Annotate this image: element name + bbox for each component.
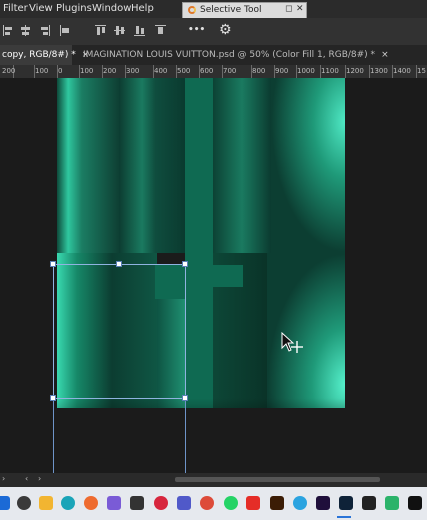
windows-start-icon[interactable]	[0, 496, 10, 510]
ruler-tick-label: 900	[275, 67, 289, 75]
ruler-tick-label: 1000	[297, 67, 315, 75]
store-icon[interactable]	[130, 496, 144, 510]
ruler-tick-label: 700	[223, 67, 237, 75]
ruler-tick-label: 800	[252, 67, 266, 75]
document-tabs: copy, RGB/8#) * × IMAGINATION LOUIS VUITT…	[0, 45, 427, 65]
menu-window[interactable]: Window	[92, 3, 131, 14]
horizontal-scrollbar[interactable]	[175, 477, 380, 482]
stripe	[213, 78, 271, 253]
tab-label: copy, RGB/8#) *	[2, 50, 76, 60]
gear-icon[interactable]: ⚙	[219, 22, 232, 38]
restore-button[interactable]: ◻	[285, 4, 292, 14]
move-cursor-icon	[281, 331, 303, 353]
search-icon[interactable]	[17, 496, 31, 510]
ruler-tick-label: 400	[154, 67, 168, 75]
more-options-button[interactable]: •••	[188, 25, 205, 35]
edge-icon[interactable]	[61, 496, 75, 510]
illustrator-icon[interactable]	[270, 496, 284, 510]
stripe-vertical-bar	[185, 78, 213, 408]
align-right-edges-icon[interactable]	[39, 25, 50, 36]
ruler-tick-label: 500	[177, 67, 191, 75]
status-bar: › ‹ ›	[0, 473, 427, 487]
transform-handle[interactable]	[116, 261, 122, 267]
align-left-edges-icon[interactable]	[3, 25, 14, 36]
menu-view[interactable]: View	[29, 3, 53, 14]
align-horizontal-centers-icon[interactable]	[20, 25, 31, 36]
after-effects-icon[interactable]	[316, 496, 330, 510]
ruler-tick-label: 1200	[346, 67, 364, 75]
ruler-tick-label: 0	[58, 67, 63, 75]
ruler-tick-label: 600	[200, 67, 214, 75]
pinterest-icon[interactable]	[154, 496, 168, 510]
scroll-right-arrow-icon[interactable]: ›	[38, 474, 41, 483]
ruler-tick-label: 100	[35, 67, 49, 75]
stripe	[119, 78, 185, 253]
align-top-edges-icon[interactable]	[95, 25, 106, 36]
ruler-tick-label: 1300	[370, 67, 388, 75]
status-text: ›	[2, 474, 6, 483]
chrome-icon[interactable]	[200, 496, 214, 510]
guide-line-right	[185, 398, 186, 473]
menu-help[interactable]: Help	[131, 3, 154, 14]
selective-tool-logo-icon	[188, 6, 196, 14]
transform-bounding-box[interactable]	[53, 264, 186, 399]
stripe	[57, 78, 119, 253]
stripe	[267, 253, 345, 408]
transform-handle[interactable]	[50, 261, 56, 267]
close-button[interactable]: ✕	[296, 4, 304, 14]
menu-filter[interactable]: Filter	[3, 3, 28, 14]
distribute-icon[interactable]	[60, 25, 71, 36]
firefox-icon[interactable]	[84, 496, 98, 510]
ruler-tick-label: 300	[126, 67, 140, 75]
file-explorer-icon[interactable]	[39, 496, 53, 510]
align-bottom-edges-icon[interactable]	[134, 25, 145, 36]
horizontal-ruler: 200 100 0 100 200 300 400 500 600 700 80…	[0, 65, 427, 79]
guide-line-left	[53, 398, 54, 473]
clipboard-icon[interactable]	[385, 496, 399, 510]
tab-imagination-louis-vuitton[interactable]: IMAGINATION LOUIS VUITTON.psd @ 50% (Col…	[76, 45, 427, 65]
photoshop-icon[interactable]	[339, 496, 353, 510]
selective-tool-title: Selective Tool	[200, 5, 262, 15]
windows-taskbar	[0, 487, 427, 520]
transform-handle[interactable]	[182, 261, 188, 267]
selective-tool-window[interactable]: Selective Tool ◻ ✕	[182, 2, 307, 19]
menu-plugins[interactable]: Plugins	[56, 3, 92, 14]
figma-icon[interactable]	[362, 496, 376, 510]
ruler-tick-label: 100	[80, 67, 94, 75]
youtube-icon[interactable]	[246, 496, 260, 510]
ruler-tick-label: 1400	[393, 67, 411, 75]
canvas-area[interactable]	[0, 78, 427, 473]
capcut-icon[interactable]	[408, 496, 422, 510]
transform-handle[interactable]	[182, 395, 188, 401]
copilot-icon[interactable]	[107, 496, 121, 510]
tab-label: IMAGINATION LOUIS VUITTON.psd @ 50% (Col…	[83, 50, 376, 60]
distribute-vertical-icon[interactable]	[155, 25, 166, 36]
shade	[57, 398, 345, 408]
ruler-tick-label: 200	[103, 67, 117, 75]
whatsapp-icon[interactable]	[224, 496, 238, 510]
align-vertical-centers-icon[interactable]	[114, 25, 125, 36]
scroll-left-arrow-icon[interactable]: ‹	[25, 474, 28, 483]
teams-icon[interactable]	[177, 496, 191, 510]
active-app-indicator	[337, 516, 351, 518]
options-bar: ••• ⚙	[0, 18, 427, 45]
tab-copy-document[interactable]: copy, RGB/8#) * ×	[0, 45, 89, 65]
telegram-icon[interactable]	[293, 496, 307, 510]
ruler-tick-label: 1100	[321, 67, 339, 75]
stripe	[271, 78, 345, 253]
ruler-tick-label: 200	[2, 67, 16, 75]
tab-close-icon[interactable]: ×	[381, 50, 389, 60]
transform-handle[interactable]	[50, 395, 56, 401]
ruler-tick-label: 15	[417, 67, 426, 75]
